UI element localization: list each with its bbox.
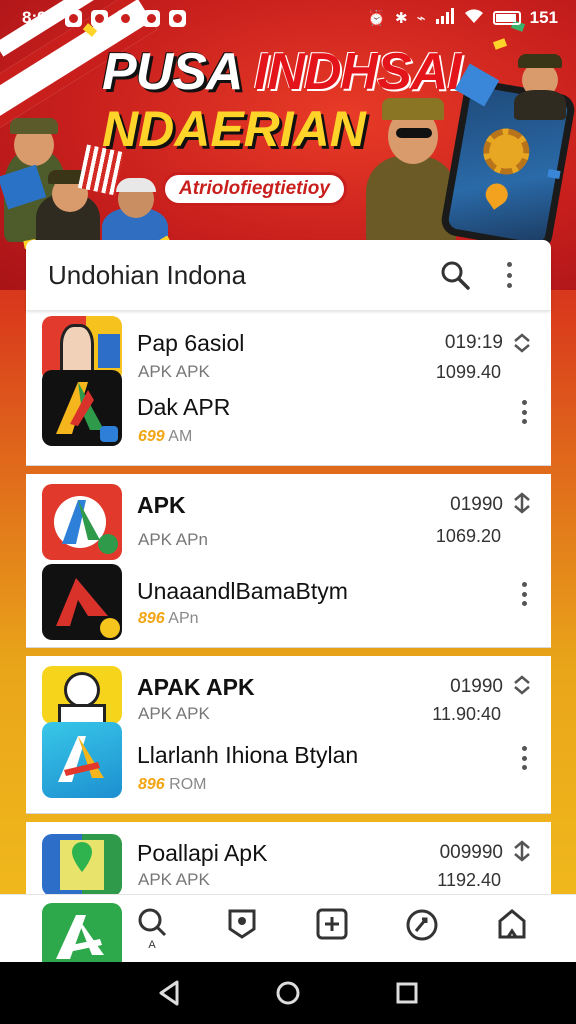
- pin-icon: [481, 179, 513, 210]
- app-icon: [42, 666, 122, 724]
- add-box-icon: [316, 908, 348, 940]
- app-subtitle: APK APK: [138, 870, 210, 889]
- app-secondary-name: Dak APR: [137, 394, 231, 420]
- app-timestamp: 699 AM: [138, 428, 193, 445]
- confetti: [492, 38, 508, 50]
- app-time: 01990: [450, 676, 503, 697]
- refresh-icon: [406, 909, 438, 941]
- app-subtitle: APK APn: [138, 530, 208, 549]
- app-secondary-name: UnaaandlBamaBtym: [137, 578, 348, 604]
- app-icon: [42, 484, 122, 560]
- status-right-text: 151: [529, 8, 558, 27]
- search-button[interactable]: [435, 255, 475, 295]
- system-navigation-bar: [0, 962, 576, 1024]
- app-icon: [42, 370, 122, 446]
- badge-icon: [228, 909, 256, 939]
- expand-icon[interactable]: [511, 332, 533, 354]
- app-icon: [169, 9, 187, 27]
- nav-home[interactable]: [490, 907, 534, 953]
- flag-icon: [65, 9, 83, 27]
- search-header: Undohian Indona: [26, 240, 551, 310]
- bluetooth-icon: ✱: [395, 10, 408, 27]
- status-time: 8:90: [22, 8, 57, 27]
- list-item[interactable]: APK APK APn 01990 1069.20 UnaaandlBamaBt…: [26, 474, 551, 648]
- expand-icon[interactable]: [511, 674, 533, 696]
- app-icon: [117, 9, 135, 27]
- list-item[interactable]: Pap 6asiol APK APK 019:19 1099.40 Dak AP…: [26, 310, 551, 466]
- home-icon: [498, 909, 526, 939]
- search-title[interactable]: Undohian Indona: [48, 260, 409, 291]
- more-options-button[interactable]: [489, 255, 529, 295]
- app-list: Pap 6asiol APK APK 019:19 1099.40 Dak AP…: [26, 310, 551, 894]
- app-name: Poallapi ApK: [137, 840, 268, 866]
- expand-icon[interactable]: [511, 840, 533, 862]
- app-name: APAK APK: [137, 674, 255, 700]
- more-vert-icon[interactable]: [521, 746, 527, 770]
- signal-icon: [435, 7, 455, 29]
- app-name: APK: [137, 492, 186, 518]
- app-secondary-name: Llarlanh Ihiona Btylan: [137, 742, 359, 768]
- nav-label: A: [148, 939, 156, 951]
- app-icon: [42, 564, 122, 640]
- app-size: 11.90:40: [432, 704, 501, 724]
- app-icon[interactable]: [42, 903, 122, 963]
- recents-icon[interactable]: [395, 981, 419, 1005]
- app-name: Pap 6asiol: [137, 330, 245, 356]
- app-size: 1192.40: [437, 870, 501, 890]
- search-icon: [138, 908, 167, 937]
- nav-badge[interactable]: [220, 907, 264, 953]
- app-size: 1069.20: [435, 526, 501, 546]
- app-icon: [143, 9, 161, 27]
- gear-icon: [479, 124, 533, 179]
- home-circle-icon[interactable]: [275, 980, 301, 1006]
- app-icon: [91, 9, 109, 27]
- app-icon: [42, 722, 122, 798]
- more-vert-icon[interactable]: [521, 400, 527, 424]
- more-vert-icon: [506, 262, 512, 288]
- back-icon[interactable]: [157, 980, 181, 1006]
- banner-headline-line1: PUSA INDHSAI: [102, 43, 462, 101]
- app-time: 019:19: [444, 332, 503, 353]
- app-icon: [42, 834, 122, 894]
- nav-refresh[interactable]: [400, 907, 444, 953]
- app-time: 009990: [439, 842, 503, 863]
- vibrate-icon: ⌁: [416, 10, 426, 27]
- nav-add[interactable]: [310, 907, 354, 953]
- list-item[interactable]: Poallapi ApK APK APK 009990 1192.40: [26, 822, 551, 894]
- app-size: 1099.40: [435, 362, 501, 382]
- expand-icon[interactable]: [511, 492, 533, 514]
- app-time: 01990: [450, 494, 503, 515]
- alarm-icon: ⏰: [367, 10, 387, 27]
- status-bar: 8:90 ⏰ ✱ ⌁ 151: [0, 0, 576, 36]
- bottom-navigation: A: [0, 894, 576, 963]
- search-icon: [441, 261, 470, 290]
- more-vert-icon[interactable]: [521, 582, 527, 606]
- battery-icon: [492, 11, 521, 25]
- app-subtitle: APK APK: [138, 362, 210, 381]
- app-timestamp: 896 APn: [138, 610, 199, 627]
- app-timestamp: 896 ROM: [138, 776, 207, 793]
- banner-pill[interactable]: Atriolofiegtietioy: [162, 172, 347, 206]
- list-item[interactable]: APAK APK APK APK 01990 11.90:40 Llarlanh…: [26, 656, 551, 814]
- nav-search[interactable]: A: [130, 907, 174, 953]
- app-subtitle: APK APK: [138, 704, 210, 723]
- wifi-icon: [464, 8, 484, 29]
